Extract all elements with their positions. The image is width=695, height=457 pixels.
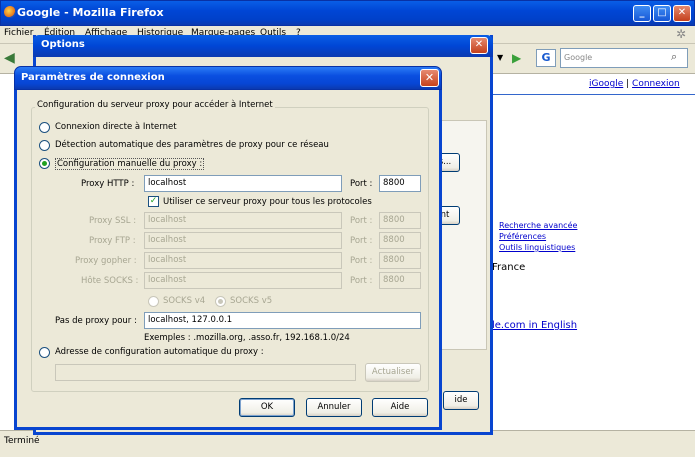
ssl-port-label: Port : xyxy=(350,216,373,226)
throbber-icon: ✲ xyxy=(676,27,687,41)
gopher-proxy-input[interactable]: localhost xyxy=(144,252,342,269)
radio-manual[interactable] xyxy=(39,158,50,169)
link-igoogle[interactable]: iGoogle xyxy=(589,79,623,89)
gopher-port-label: Port : xyxy=(350,256,373,266)
link-outils-linguistiques[interactable]: Outils linguistiques xyxy=(499,243,575,252)
cancel-button[interactable]: Annuler xyxy=(306,398,362,417)
radio-auto-detect-label[interactable]: Détection automatique des paramètres de … xyxy=(55,140,329,150)
menu-fichier[interactable]: Fichier xyxy=(4,28,33,38)
minimize-button[interactable]: _ xyxy=(633,5,651,22)
ssl-proxy-label: Proxy SSL : xyxy=(89,216,137,226)
options-title: Options xyxy=(41,39,85,50)
proxy-group-label: Configuration du serveur proxy pour accé… xyxy=(35,100,275,110)
no-proxy-input[interactable]: localhost, 127.0.0.1 xyxy=(144,312,421,329)
firefox-icon xyxy=(4,6,16,18)
link-english[interactable]: le.com in English xyxy=(492,320,577,331)
connexion-titlebar: Paramètres de connexion xyxy=(14,66,442,90)
connexion-close-button[interactable]: ✕ xyxy=(420,69,439,87)
no-proxy-example: Exemples : .mozilla.org, .asso.fr, 192.1… xyxy=(144,333,350,343)
radio-socks-v4[interactable] xyxy=(148,296,159,307)
connexion-dialog: Configuration du serveur proxy pour accé… xyxy=(14,90,442,430)
search-engine-icon[interactable]: G xyxy=(536,49,556,67)
go-icon[interactable]: ▶ xyxy=(512,51,521,65)
magnifier-icon[interactable]: ⌕ xyxy=(671,50,677,64)
gopher-port-input[interactable]: 8800 xyxy=(379,252,421,269)
ftp-proxy-label: Proxy FTP : xyxy=(89,236,136,246)
top-divider xyxy=(493,94,695,95)
connexion-title: Paramètres de connexion xyxy=(21,72,165,83)
status-text: Terminé xyxy=(4,436,40,446)
radio-manual-label[interactable]: Configuration manuelle du proxy : xyxy=(55,158,205,170)
http-proxy-input[interactable]: localhost xyxy=(144,175,342,192)
link-preferences[interactable]: Préférences xyxy=(499,232,546,241)
socks-port-input[interactable]: 8800 xyxy=(379,272,421,289)
http-proxy-label: Proxy HTTP : xyxy=(81,179,135,189)
no-proxy-label: Pas de proxy pour : xyxy=(55,316,137,326)
gopher-proxy-label: Proxy gopher : xyxy=(75,256,137,266)
dropdown-arrow-icon[interactable]: ▼ xyxy=(497,53,503,62)
socks-port-label: Port : xyxy=(350,276,373,286)
firefox-titlebar: Google - Mozilla Firefox _ □ ✕ xyxy=(0,0,695,26)
help-button[interactable]: Aide xyxy=(372,398,428,417)
country-label: France xyxy=(492,262,526,273)
auto-config-url-label[interactable]: Adresse de configuration automatique du … xyxy=(55,347,264,357)
radio-direct[interactable] xyxy=(39,122,50,133)
options-close-button[interactable]: ✕ xyxy=(470,37,488,54)
search-input[interactable]: Google ⌕ xyxy=(560,48,688,68)
ok-button[interactable]: OK xyxy=(239,398,295,417)
socks-host-input[interactable]: localhost xyxy=(144,272,342,289)
socks-v4-label[interactable]: SOCKS v4 xyxy=(163,296,205,306)
search-placeholder: Google xyxy=(564,53,593,62)
radio-direct-label[interactable]: Connexion directe à Internet xyxy=(55,122,177,132)
socks-v5-label[interactable]: SOCKS v5 xyxy=(230,296,272,306)
maximize-button[interactable]: □ xyxy=(653,5,671,22)
options-titlebar: Options ✕ xyxy=(33,35,493,57)
radio-socks-v5[interactable] xyxy=(215,296,226,307)
close-window-button[interactable]: ✕ xyxy=(673,5,691,22)
ftp-proxy-input[interactable]: localhost xyxy=(144,232,342,249)
ftp-port-input[interactable]: 8800 xyxy=(379,232,421,249)
radio-auto-detect[interactable] xyxy=(39,140,50,151)
radio-auto-config-url[interactable] xyxy=(39,347,50,358)
link-connexion[interactable]: Connexion xyxy=(632,79,680,89)
options-help-button[interactable]: ide xyxy=(443,391,479,410)
socks-host-label: Hôte SOCKS : xyxy=(81,276,139,286)
ssl-proxy-input[interactable]: localhost xyxy=(144,212,342,229)
link-recherche-avancee[interactable]: Recherche avancée xyxy=(499,221,577,230)
http-port-label: Port : xyxy=(350,179,373,189)
ftp-port-label: Port : xyxy=(350,236,373,246)
http-port-input[interactable]: 8800 xyxy=(379,175,421,192)
back-icon[interactable]: ◀ xyxy=(4,50,15,66)
auto-config-url-input[interactable] xyxy=(55,364,356,381)
use-same-proxy-label[interactable]: Utiliser ce serveur proxy pour tous les … xyxy=(163,197,372,207)
firefox-title: Google - Mozilla Firefox xyxy=(17,6,164,19)
reload-button[interactable]: Actualiser xyxy=(365,363,421,382)
link-separator: | xyxy=(626,79,630,89)
use-same-proxy-checkbox[interactable]: ✓ xyxy=(148,196,159,207)
ssl-port-input[interactable]: 8800 xyxy=(379,212,421,229)
